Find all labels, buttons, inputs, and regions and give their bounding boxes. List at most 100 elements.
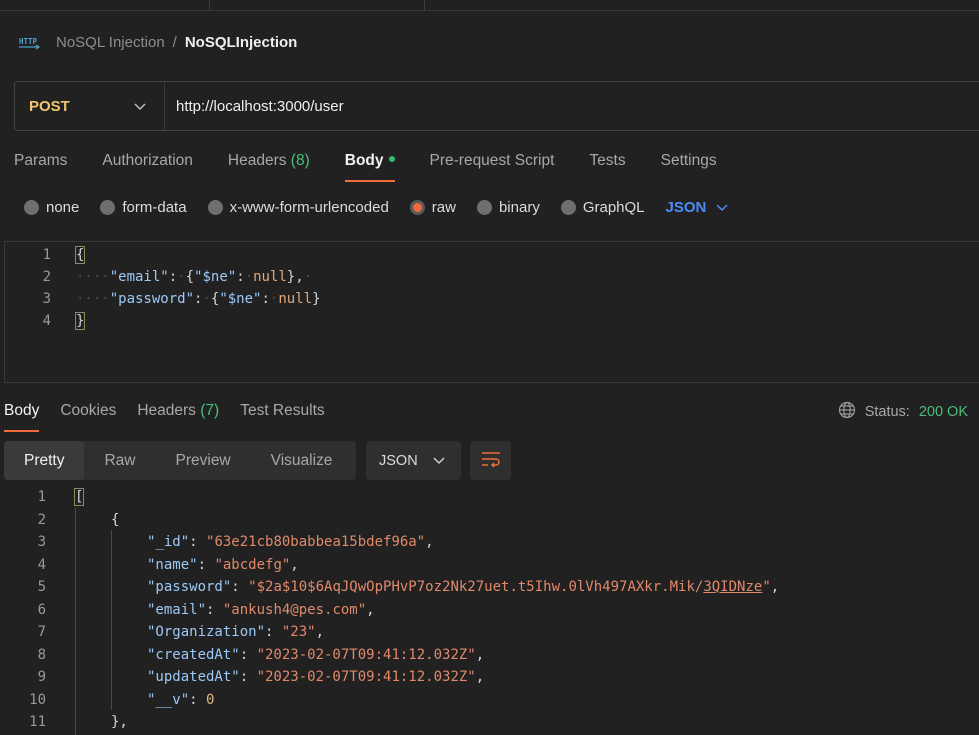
json-value: "63e21cb80babbea15bdef96a" [206, 534, 426, 550]
json-key: "updatedAt" [147, 669, 240, 685]
tab-tests[interactable]: Tests [589, 150, 625, 182]
body-type-none[interactable]: none [24, 199, 79, 216]
radio-button[interactable] [476, 199, 492, 215]
code-token: , [366, 601, 375, 618]
view-mode-pretty[interactable]: Pretty [4, 441, 85, 480]
line-number: 10 [29, 691, 46, 708]
line-number: 3 [42, 291, 51, 307]
body-type-form-data[interactable]: form-data [100, 198, 187, 216]
raw-format-select[interactable]: JSON [666, 199, 729, 216]
request-body-editor[interactable]: 1 { 2 ····"email":·{"$ne":·null},· 3 ···… [4, 241, 979, 383]
radio-button[interactable] [24, 199, 39, 215]
tab-label: Body [344, 152, 384, 169]
json-key: "createdAt" [147, 646, 240, 663]
code-line: 7 "Organization": "23", [0, 621, 324, 643]
code-line: 8 "createdAt": "2023-02-07T09:41:12.032Z… [0, 644, 485, 666]
tab-params[interactable]: Params [14, 150, 67, 182]
code-line: 3 ····"password":·{"$ne":·null} [5, 288, 321, 310]
indent-guide [75, 508, 76, 735]
response-tab-body[interactable]: Body [4, 400, 40, 432]
response-tab-test-results[interactable]: Test Results [240, 400, 324, 432]
code-line: 4 } [5, 310, 86, 332]
tab-divider [209, 0, 210, 11]
json-value: 0 [206, 691, 215, 708]
wrap-lines-button[interactable] [470, 441, 511, 480]
json-key: "password" [147, 579, 232, 595]
view-mode-preview[interactable]: Preview [156, 441, 251, 480]
line-number: 7 [37, 624, 46, 640]
radio-label: x-www-form-urlencoded [229, 198, 389, 216]
body-type-raw[interactable]: raw [409, 198, 456, 216]
radio-button[interactable] [560, 199, 576, 215]
code-line: 6 "email": "ankush4@pes.com", [0, 599, 375, 621]
body-modified-dot-icon [388, 155, 395, 162]
response-format-select[interactable]: JSON [366, 441, 461, 480]
json-value: "23" [281, 624, 316, 640]
line-number: 2 [37, 511, 46, 528]
tab-label: Headers [227, 152, 287, 169]
radio-button-selected[interactable] [409, 199, 425, 215]
response-body-viewer[interactable]: 1 [ 2 { 3 "_id": "63e21cb80babbea15bdef9… [0, 486, 979, 735]
tab-settings[interactable]: Settings [661, 150, 717, 182]
line-number: 11 [29, 714, 46, 730]
view-mode-raw[interactable]: Raw [84, 441, 155, 480]
line-number: 9 [37, 669, 46, 685]
status-code[interactable]: 200 OK [919, 404, 968, 420]
radio-label: form-data [122, 198, 187, 216]
tab-label: Params [14, 152, 68, 169]
code-content: ····"email":·{"$ne":·null},· [76, 269, 313, 285]
json-key: "name" [147, 556, 198, 573]
tab-authorization[interactable]: Authorization [102, 150, 192, 182]
code-line: 1 { [5, 244, 86, 266]
body-type-graphql[interactable]: GraphQL [560, 199, 645, 216]
breadcrumb-collection-link[interactable]: NoSQL Injection [56, 34, 165, 51]
code-token: "$ne" [219, 291, 262, 307]
radio-label: raw [431, 198, 456, 216]
json-value: "2023-02-07T09:41:12.032Z" [256, 646, 476, 663]
code-content: "updatedAt": "2023-02-07T09:41:12.032Z", [147, 669, 485, 685]
code-line: 10 "__v": 0 [0, 689, 214, 711]
code-line: 2 { [0, 509, 120, 531]
code-token: [ [73, 488, 85, 506]
view-mode-visualize[interactable]: Visualize [251, 441, 353, 480]
tab-body[interactable]: Body [344, 150, 395, 182]
globe-icon[interactable] [838, 401, 856, 423]
code-token: } [74, 312, 86, 330]
line-number: 8 [37, 646, 46, 663]
indent-guide [111, 530, 112, 710]
body-type-binary[interactable]: binary [476, 199, 540, 216]
response-tab-headers[interactable]: Headers (7) [137, 400, 219, 432]
code-content: "name": "abcdefg", [147, 556, 299, 573]
json-value-link[interactable]: 3QIDNze [703, 579, 762, 595]
url-input[interactable]: http://localhost:3000/user [165, 98, 344, 115]
tab-label: Test Results [240, 402, 325, 419]
method-select[interactable]: POST [15, 82, 165, 130]
tab-pre-request-script[interactable]: Pre-request Script [430, 150, 555, 182]
code-token: { [74, 246, 86, 264]
headers-count-badge: (7) [200, 402, 220, 419]
tab-headers[interactable]: Headers (8) [228, 150, 310, 182]
tab-label: Tests [589, 152, 626, 169]
line-number: 1 [37, 489, 46, 505]
code-line: 4 "name": "abcdefg", [0, 554, 299, 576]
response-tab-cookies[interactable]: Cookies [60, 400, 116, 432]
body-type-urlencoded[interactable]: x-www-form-urlencoded [207, 198, 389, 216]
code-token: null [253, 269, 287, 285]
code-token: { [111, 511, 120, 528]
code-content: "password": "$2a$10$6AqJQwOpPHvP7oz2Nk27… [147, 579, 780, 595]
chevron-down-icon [433, 453, 445, 469]
code-content: "__v": 0 [147, 691, 215, 708]
code-token: " [762, 579, 771, 595]
radio-button[interactable] [100, 199, 116, 215]
request-name[interactable]: NoSQLInjection [185, 34, 298, 51]
wrap-lines-icon [481, 450, 501, 472]
code-line: 2 ····"email":·{"$ne":·null},· [5, 266, 313, 288]
code-token: , [475, 646, 485, 663]
request-tabs: Params Authorization Headers (8) Body Pr… [14, 150, 752, 182]
workspace-tab-strip [0, 0, 979, 11]
code-content: "createdAt": "2023-02-07T09:41:12.032Z", [147, 646, 485, 663]
json-value: "ankush4@pes.com" [222, 601, 367, 618]
code-line: 1 [ [0, 486, 85, 508]
raw-format-label: JSON [665, 198, 707, 216]
radio-button[interactable] [207, 199, 223, 215]
